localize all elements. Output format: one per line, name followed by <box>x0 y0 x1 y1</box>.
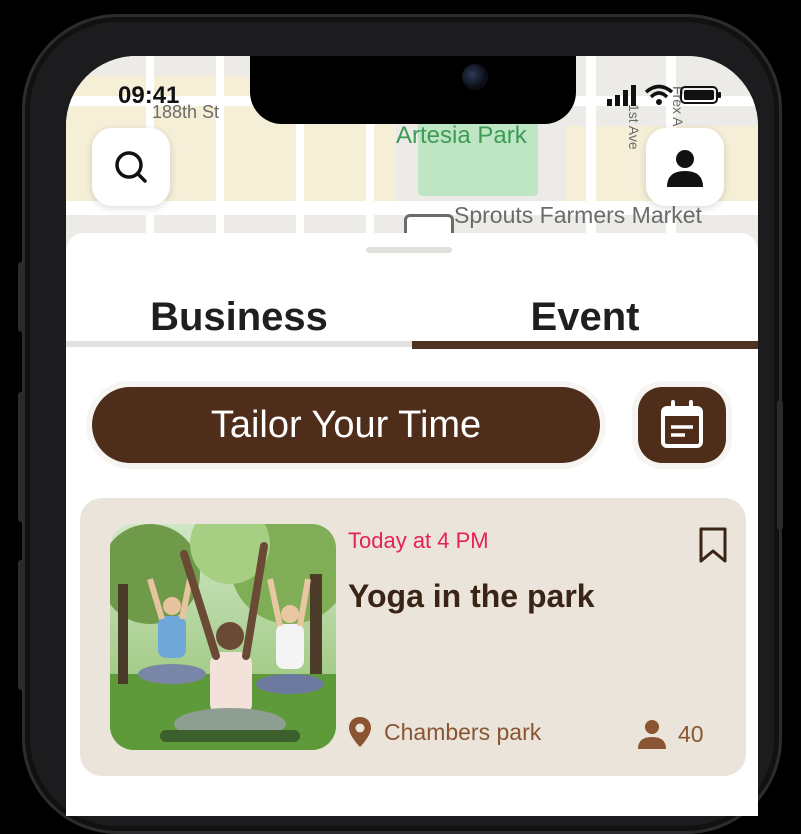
event-attendees-count: 40 <box>678 720 704 747</box>
side-button <box>18 560 24 690</box>
sheet-grabber[interactable] <box>366 247 452 253</box>
bookmark-icon <box>699 527 727 563</box>
event-location-label: Chambers park <box>384 718 542 745</box>
map-street-label: 1st Ave <box>626 104 642 150</box>
notch <box>250 56 576 124</box>
search-icon <box>115 151 147 183</box>
person-icon <box>667 150 703 187</box>
profile-button[interactable] <box>646 128 724 206</box>
side-button <box>18 392 24 522</box>
location-pin-icon <box>349 717 371 747</box>
signal-icon <box>607 85 636 106</box>
tailor-your-time-button[interactable]: Tailor Your Time <box>92 387 600 463</box>
event-title: Yoga in the park <box>348 578 595 614</box>
map-park-label: Artesia Park <box>396 122 527 149</box>
wifi-icon <box>644 84 674 105</box>
event-card[interactable]: Today at 4 PM Yoga in the park Chambers … <box>80 498 746 776</box>
side-button <box>18 262 24 332</box>
app-screen: 188th St Artesia Park Sprouts Farmers Ma… <box>66 56 758 816</box>
calendar-button[interactable] <box>638 387 726 463</box>
search-button[interactable] <box>92 128 170 206</box>
yoga-photo-image <box>110 524 336 750</box>
bookmark-button[interactable] <box>698 526 728 569</box>
event-photo <box>110 524 336 750</box>
camera-icon <box>462 64 488 90</box>
person-icon <box>638 720 666 749</box>
status-icons <box>606 84 722 106</box>
battery-icon <box>680 86 721 104</box>
bottom-sheet: Business Event Tailor Your Time Today at… <box>66 233 758 816</box>
side-button <box>777 400 783 530</box>
tailor-your-time-label: Tailor Your Time <box>210 403 482 446</box>
event-time: Today at 4 PM <box>348 528 489 553</box>
map-market-label: Sprouts Farmers Market <box>454 202 702 228</box>
status-time: 09:41 <box>118 82 180 109</box>
event-location: Chambers park <box>348 716 541 748</box>
tab-indicator-active <box>412 341 758 349</box>
tab-indicator-inactive <box>66 341 412 347</box>
event-attendees: 40 <box>636 718 704 750</box>
map-road <box>216 56 224 256</box>
calendar-icon <box>661 400 703 448</box>
